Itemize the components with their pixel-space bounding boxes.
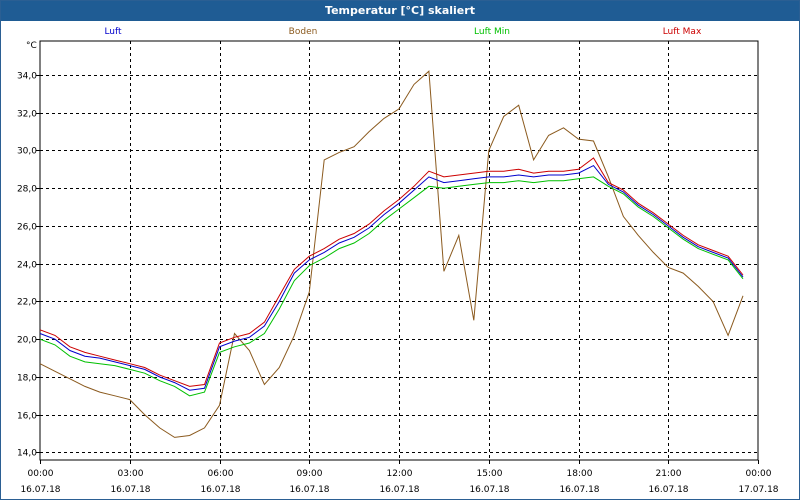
x-tick-time-label: 18:00 bbox=[567, 469, 593, 479]
x-tick-date-label: 16.07.18 bbox=[110, 485, 150, 495]
x-tick-date-label: 17.07.18 bbox=[738, 485, 778, 495]
y-tick-label: 28,0 bbox=[17, 185, 37, 195]
x-tick-time-label: 15:00 bbox=[477, 469, 503, 479]
x-tick-time-label: 12:00 bbox=[387, 469, 413, 479]
y-tick-label: 18,0 bbox=[17, 374, 37, 384]
y-tick-label: 22,0 bbox=[17, 298, 37, 308]
y-tick-label: 24,0 bbox=[17, 261, 37, 271]
y-tick-label: 20,0 bbox=[17, 336, 37, 346]
legend-entry-luft-max: Luft Max bbox=[663, 27, 702, 37]
series-line-luft-min bbox=[39, 176, 744, 397]
x-tick-time-label: 21:00 bbox=[656, 469, 682, 479]
legend-entry-boden: Boden bbox=[289, 27, 318, 37]
x-axis-ticks: 00:00 16.07.18 03:00 16.07.18 06:00 16.07.18 0… bbox=[20, 460, 779, 495]
legend-entry-luft: Luft bbox=[104, 27, 122, 37]
x-tick-date-label: 16.07.18 bbox=[200, 485, 240, 495]
y-tick-label: 26,0 bbox=[17, 223, 37, 233]
x-tick-date-label: 16.07.18 bbox=[20, 485, 60, 495]
y-tick-label: 14,0 bbox=[17, 449, 37, 459]
legend-entry-luft-min: Luft Min bbox=[474, 27, 510, 37]
x-tick-time-label: 00:00 bbox=[28, 469, 54, 479]
x-tick-time-label: 06:00 bbox=[208, 469, 234, 479]
y-tick-label: 32,0 bbox=[17, 110, 37, 120]
data-series bbox=[39, 70, 744, 438]
legend: Luft Boden Luft Min Luft Max bbox=[104, 27, 702, 37]
x-tick-date-label: 16.07.18 bbox=[289, 485, 329, 495]
x-tick-date-label: 16.07.18 bbox=[648, 485, 688, 495]
y-tick-label: 30,0 bbox=[17, 147, 37, 157]
x-tick-date-label: 16.07.18 bbox=[379, 485, 419, 495]
x-tick-date-label: 16.07.18 bbox=[559, 485, 599, 495]
y-tick-label: 34,0 bbox=[17, 72, 37, 82]
temperature-chart: 14,0 16,0 18,0 20,0 22,0 24,0 26,0 28,0 30,0 32,0… bbox=[17, 27, 779, 495]
series-line-boden bbox=[39, 70, 744, 438]
x-tick-date-label: 16.07.18 bbox=[469, 485, 509, 495]
grid-lines bbox=[39, 40, 759, 461]
x-tick-time-label: 03:00 bbox=[118, 469, 144, 479]
y-axis-unit-label: °C bbox=[26, 41, 37, 51]
series-line-luft-max bbox=[39, 157, 744, 387]
series-line-luft bbox=[39, 164, 744, 391]
y-tick-label: 16,0 bbox=[17, 412, 37, 422]
y-axis-ticks: 14,0 16,0 18,0 20,0 22,0 24,0 26,0 28,0 30,0 32,0… bbox=[17, 72, 40, 459]
x-tick-time-label: 00:00 bbox=[746, 469, 772, 479]
x-tick-time-label: 09:00 bbox=[297, 469, 323, 479]
